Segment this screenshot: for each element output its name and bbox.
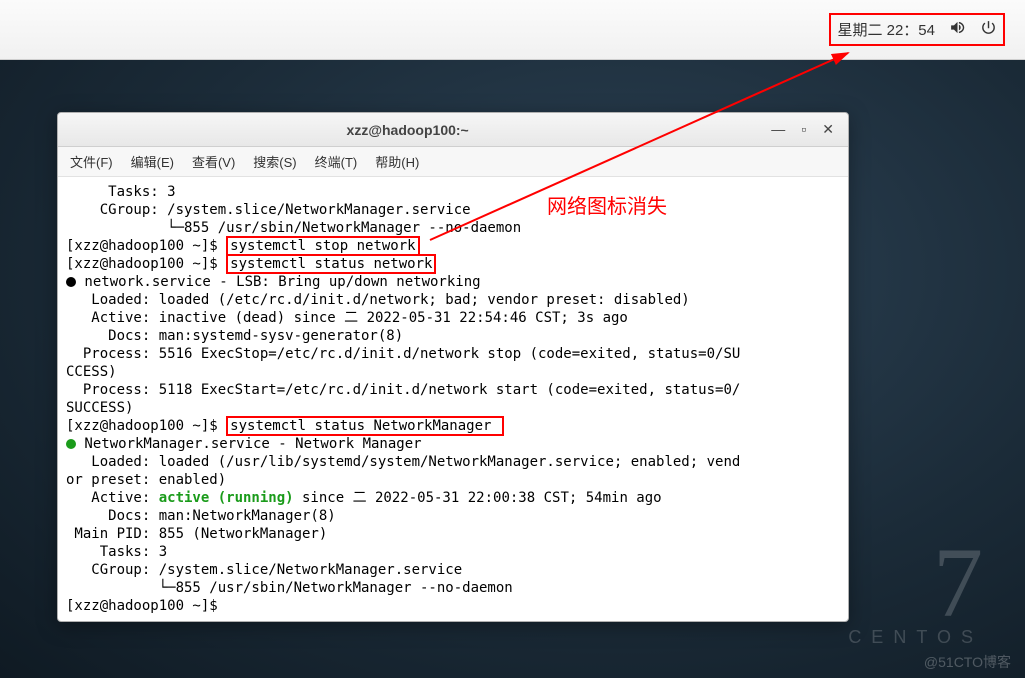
term-line: NetworkManager.service - Network Manager xyxy=(76,436,422,452)
window-title: xzz@hadoop100:~ xyxy=(58,122,757,138)
term-line: Docs: man:systemd-sysv-generator(8) xyxy=(66,328,403,344)
term-prompt: [xzz@hadoop100 ~]$ xyxy=(66,598,226,614)
term-line: Active: xyxy=(66,490,159,506)
centos-logo: 7 CENTOS xyxy=(848,543,983,648)
window-titlebar[interactable]: xzz@hadoop100:~ — ▫ ✕ xyxy=(58,113,848,147)
term-line: CGroup: /system.slice/NetworkManager.ser… xyxy=(66,202,471,218)
active-status: active (running) xyxy=(159,490,294,506)
term-line: CCESS) xyxy=(66,364,117,380)
command-highlight: systemctl status NetworkManager xyxy=(226,416,504,436)
term-line: Tasks: 3 xyxy=(66,184,176,200)
menu-help[interactable]: 帮助(H) xyxy=(375,152,419,171)
menu-search[interactable]: 搜索(S) xyxy=(253,152,296,171)
clock-text[interactable]: 星期二 22：54 xyxy=(837,19,935,40)
term-line: └─855 /usr/sbin/NetworkManager --no-daem… xyxy=(66,220,521,236)
menu-terminal[interactable]: 终端(T) xyxy=(315,152,358,171)
desktop-top-panel: 星期二 22：54 xyxy=(0,0,1025,60)
term-line: SUCCESS) xyxy=(66,400,133,416)
term-prompt: [xzz@hadoop100 ~]$ xyxy=(66,418,226,434)
terminal-menubar: 文件(F) 编辑(E) 查看(V) 搜索(S) 终端(T) 帮助(H) xyxy=(58,147,848,177)
term-line: Process: 5516 ExecStop=/etc/rc.d/init.d/… xyxy=(66,346,740,362)
term-line: Active: inactive (dead) since 二 2022-05-… xyxy=(66,310,628,326)
term-line: Tasks: 3 xyxy=(66,544,167,560)
status-dot-active xyxy=(66,439,76,449)
menu-file[interactable]: 文件(F) xyxy=(70,152,113,171)
command-highlight: systemctl status network xyxy=(226,254,436,274)
watermark: @51CTO博客 xyxy=(924,652,1011,672)
menu-view[interactable]: 查看(V) xyxy=(192,152,235,171)
system-tray-highlight: 星期二 22：54 xyxy=(829,13,1005,46)
minimize-button[interactable]: — xyxy=(771,121,785,138)
term-prompt: [xzz@hadoop100 ~]$ xyxy=(66,256,226,272)
centos-label: CENTOS xyxy=(848,627,983,648)
power-icon[interactable] xyxy=(980,19,997,40)
term-line: Loaded: loaded (/usr/lib/systemd/system/… xyxy=(66,454,740,470)
volume-icon[interactable] xyxy=(949,19,966,40)
term-line: Loaded: loaded (/etc/rc.d/init.d/network… xyxy=(66,292,690,308)
term-line: Main PID: 855 (NetworkManager) xyxy=(66,526,327,542)
menu-edit[interactable]: 编辑(E) xyxy=(131,152,174,171)
term-line: Process: 5118 ExecStart=/etc/rc.d/init.d… xyxy=(66,382,740,398)
term-line: since 二 2022-05-31 22:00:38 CST; 54min a… xyxy=(294,490,662,506)
window-control-buttons: — ▫ ✕ xyxy=(757,121,848,138)
term-line: └─855 /usr/sbin/NetworkManager --no-daem… xyxy=(66,580,513,596)
command-highlight: systemctl stop network xyxy=(226,236,419,256)
term-line: network.service - LSB: Bring up/down net… xyxy=(76,274,481,290)
close-button[interactable]: ✕ xyxy=(822,121,834,138)
maximize-button[interactable]: ▫ xyxy=(801,121,806,138)
term-line: or preset: enabled) xyxy=(66,472,226,488)
centos-version: 7 xyxy=(848,543,983,623)
term-line: CGroup: /system.slice/NetworkManager.ser… xyxy=(66,562,462,578)
status-dot-inactive xyxy=(66,277,76,287)
terminal-output[interactable]: Tasks: 3 CGroup: /system.slice/NetworkMa… xyxy=(58,177,848,621)
term-line: Docs: man:NetworkManager(8) xyxy=(66,508,336,524)
terminal-window: xzz@hadoop100:~ — ▫ ✕ 文件(F) 编辑(E) 查看(V) … xyxy=(57,112,849,622)
term-prompt: [xzz@hadoop100 ~]$ xyxy=(66,238,226,254)
